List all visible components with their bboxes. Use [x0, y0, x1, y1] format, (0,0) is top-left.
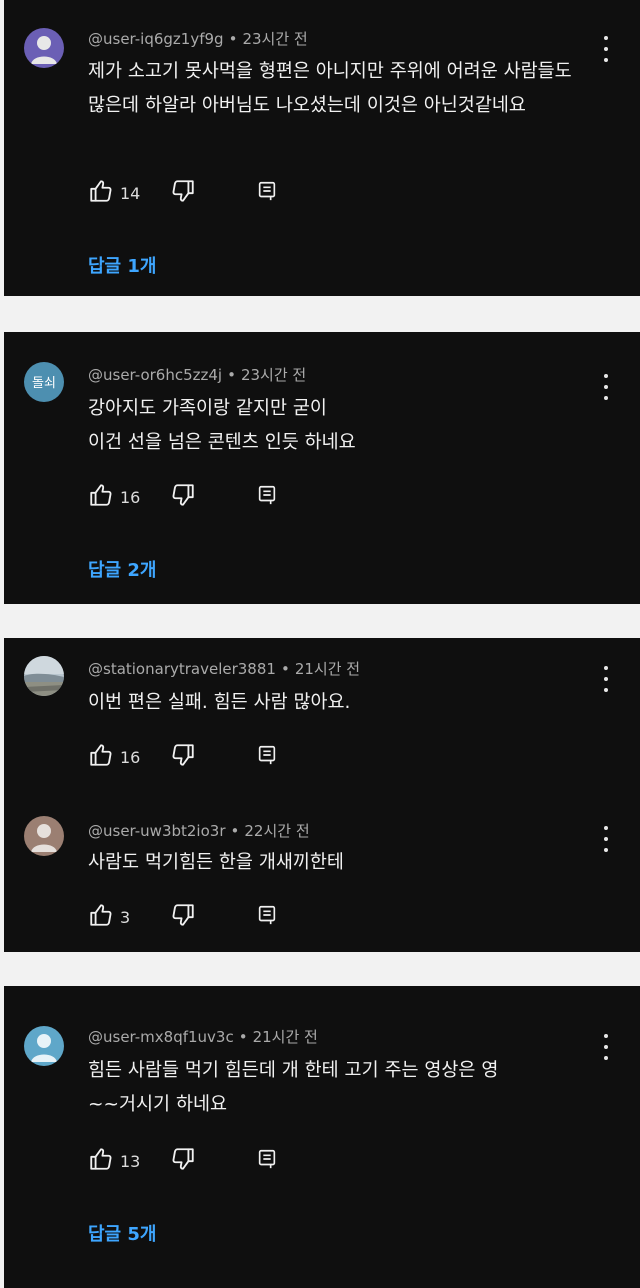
reply-icon: [256, 1148, 278, 1174]
comment-text: 사람도 먹기힘든 한을 개새끼한테: [88, 852, 344, 873]
dislike-button[interactable]: [170, 1146, 196, 1176]
like-count: 16: [120, 747, 141, 767]
thumb-down-icon: [170, 482, 196, 512]
comment-timestamp[interactable]: 22시간 전: [244, 822, 309, 840]
view-replies-button[interactable]: 답글 2개: [88, 556, 156, 582]
comment-author-handle[interactable]: @user-iq6gz1yf9g: [88, 30, 224, 48]
thumb-down-icon: [170, 1146, 196, 1176]
view-replies-button[interactable]: 답글 5개: [88, 1220, 156, 1246]
comment-author-handle[interactable]: @user-uw3bt2io3r: [88, 822, 226, 840]
view-replies-button[interactable]: 답글 1개: [88, 252, 156, 278]
comment-actions: 13: [88, 1146, 278, 1176]
comment-header: @user-uw3bt2io3r • 22시간 전: [88, 820, 310, 841]
like-button[interactable]: 13: [88, 1146, 140, 1176]
avatar[interactable]: [24, 28, 64, 68]
separator-dot: •: [280, 660, 290, 678]
reply-icon: [256, 904, 278, 930]
comment-header: @user-or6hc5zz4j • 23시간 전: [88, 364, 306, 385]
separator-dot: •: [230, 822, 240, 840]
separator-dot: •: [238, 1028, 248, 1046]
thumb-up-icon: [88, 482, 114, 512]
avatar[interactable]: [24, 656, 64, 696]
thumb-up-icon: [88, 178, 114, 208]
reply-button[interactable]: [256, 484, 278, 510]
comment-text: 힘든 사람들 먹기 힘든데 개 한테 고기 주는 영상은 영 ~~거시기 하네요: [88, 1060, 499, 1115]
thumb-up-icon: [88, 742, 114, 772]
comment-card: @user-iq6gz1yf9g • 23시간 전 제가 소고기 못사먹을 형편은 …: [4, 0, 640, 296]
like-count: 3: [120, 907, 131, 927]
comment-card: 돌쇠 @user-or6hc5zz4j • 23시간 전 강아지도 가족이랑 같지만…: [4, 332, 640, 604]
like-count: 16: [120, 487, 141, 507]
comment-actions: 3: [88, 902, 278, 932]
reply-icon: [256, 484, 278, 510]
comment-text: 제가 소고기 못사먹을 형편은 아니지만 주위에 어려운 사람들도 많은데 하알…: [88, 61, 572, 116]
comment-text: 이번 편은 실패. 힘든 사람 많아요.: [88, 692, 351, 713]
more-vert-icon[interactable]: [600, 36, 612, 62]
comment-timestamp[interactable]: 21시간 전: [253, 1028, 318, 1046]
avatar[interactable]: [24, 816, 64, 856]
avatar-initials: 돌쇠: [32, 376, 56, 391]
reply-icon: [256, 744, 278, 770]
thumb-down-icon: [170, 178, 196, 208]
reply-icon: [256, 180, 278, 206]
comment-actions: 16: [88, 482, 278, 512]
reply-button[interactable]: [256, 1148, 278, 1174]
reply-button[interactable]: [256, 904, 278, 930]
comment-text: 강아지도 가족이랑 같지만 굳이 이건 선을 넘은 콘텐츠 인듯 하네요: [88, 398, 356, 453]
comment-timestamp[interactable]: 23시간 전: [242, 30, 307, 48]
like-count: 13: [120, 1151, 141, 1171]
comment-header: @user-mx8qf1uv3c • 21시간 전: [88, 1026, 318, 1047]
comment-actions: 16: [88, 742, 278, 772]
thumb-down-icon: [170, 742, 196, 772]
comment-timestamp[interactable]: 23시간 전: [241, 366, 306, 384]
like-count: 14: [120, 183, 141, 203]
more-vert-icon[interactable]: [600, 374, 612, 400]
separator-dot: •: [228, 30, 238, 48]
dislike-button[interactable]: [170, 902, 196, 932]
dislike-button[interactable]: [170, 178, 196, 208]
comment-header: @stationarytraveler3881 • 21시간 전: [88, 658, 360, 679]
comment-card: @user-mx8qf1uv3c • 21시간 전 힘든 사람들 먹기 힘든데 개 …: [4, 986, 640, 1288]
more-vert-icon[interactable]: [600, 666, 612, 692]
dislike-button[interactable]: [170, 742, 196, 772]
more-vert-icon[interactable]: [600, 826, 612, 852]
like-button[interactable]: 3: [88, 902, 140, 932]
thumb-up-icon: [88, 1146, 114, 1176]
thumb-down-icon: [170, 902, 196, 932]
avatar[interactable]: [24, 1026, 64, 1066]
like-button[interactable]: 14: [88, 178, 140, 208]
more-vert-icon[interactable]: [600, 1034, 612, 1060]
like-button[interactable]: 16: [88, 482, 140, 512]
avatar[interactable]: 돌쇠: [24, 362, 64, 402]
comment-actions: 14: [88, 178, 278, 208]
reply-button[interactable]: [256, 744, 278, 770]
comment-timestamp[interactable]: 21시간 전: [295, 660, 360, 678]
separator-dot: •: [227, 366, 236, 384]
comment-author-handle[interactable]: @stationarytraveler3881: [88, 660, 276, 678]
reply-button[interactable]: [256, 180, 278, 206]
comment-author-handle[interactable]: @user-or6hc5zz4j: [88, 366, 222, 384]
dislike-button[interactable]: [170, 482, 196, 512]
comment-header: @user-iq6gz1yf9g • 23시간 전: [88, 28, 308, 49]
comment-card: @stationarytraveler3881 • 21시간 전 이번 편은 실패.…: [4, 638, 640, 952]
thumb-up-icon: [88, 902, 114, 932]
like-button[interactable]: 16: [88, 742, 140, 772]
comment-author-handle[interactable]: @user-mx8qf1uv3c: [88, 1028, 234, 1046]
